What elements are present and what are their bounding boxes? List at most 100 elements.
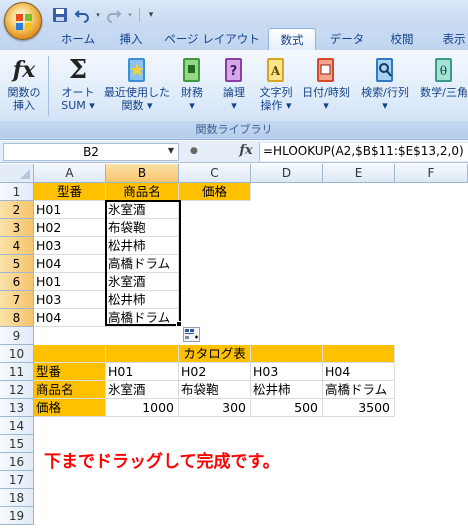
row-header-4[interactable]: 4 xyxy=(0,237,34,255)
row-header-8[interactable]: 8 xyxy=(0,309,34,327)
column-header-f[interactable]: F xyxy=(395,164,468,183)
row-header-9[interactable]: 9 xyxy=(0,327,34,345)
select-all-corner[interactable] xyxy=(0,164,34,183)
cell-a3[interactable]: H02 xyxy=(34,219,106,237)
tab-page-layout[interactable]: ページ レイアウト xyxy=(160,28,264,50)
cell-a1[interactable]: 型番 xyxy=(34,183,106,201)
tab-formulas[interactable]: 数式 xyxy=(268,28,316,51)
date-time-button[interactable]: 日付/時刻 ▾ xyxy=(298,54,354,120)
recently-used-button[interactable]: 最近使用した 関数 ▾ xyxy=(104,54,170,120)
tab-review[interactable]: 校閲 xyxy=(378,28,426,50)
cell-c10-catalog-title[interactable]: カタログ表 xyxy=(179,345,251,363)
row-header-15[interactable]: 15 xyxy=(0,435,34,453)
cell-b7[interactable]: 松井柿 xyxy=(106,291,179,309)
autofill-options-button[interactable] xyxy=(183,327,200,342)
row-header-11[interactable]: 11 xyxy=(0,363,34,381)
cell-a6[interactable]: H01 xyxy=(34,273,106,291)
column-header-e[interactable]: E xyxy=(323,164,395,183)
svg-text:?: ? xyxy=(230,64,238,79)
text-button[interactable]: A 文字列 操作 ▾ xyxy=(256,54,296,120)
cell-d12[interactable]: 松井柿 xyxy=(251,381,323,399)
cell-b13[interactable]: 1000 xyxy=(106,399,179,417)
row-header-3[interactable]: 3 xyxy=(0,219,34,237)
row-header-12[interactable]: 12 xyxy=(0,381,34,399)
insert-function-button[interactable]: fx 関数の 挿入 xyxy=(4,54,44,120)
cell-a4[interactable]: H03 xyxy=(34,237,106,255)
cell-b4[interactable]: 松井柿 xyxy=(106,237,179,255)
cell-b12[interactable]: 氷室酒 xyxy=(106,381,179,399)
tab-home[interactable]: ホーム xyxy=(52,28,104,50)
column-header-a[interactable]: A xyxy=(34,164,106,183)
redo-button[interactable] xyxy=(104,6,124,24)
cell-b2[interactable]: 氷室酒 xyxy=(106,201,179,219)
row-header-14[interactable]: 14 xyxy=(0,417,34,435)
text-label: 文字列 xyxy=(259,86,293,99)
name-box[interactable]: B2 xyxy=(3,143,179,161)
customize-qat-button[interactable]: ▾ xyxy=(145,6,157,24)
row-header-13[interactable]: 13 xyxy=(0,399,34,417)
cell-d13[interactable]: 500 xyxy=(251,399,323,417)
cell-a7[interactable]: H03 xyxy=(34,291,106,309)
column-header-d[interactable]: D xyxy=(251,164,323,183)
autosum-button[interactable]: Σ オート SUM ▾ xyxy=(56,54,100,120)
name-box-dropdown-icon[interactable]: ▼ xyxy=(164,143,178,159)
cell-c1[interactable]: 価格 xyxy=(179,183,251,201)
undo-button[interactable] xyxy=(72,6,92,24)
row-header-16[interactable]: 16 xyxy=(0,453,34,471)
cell-e10[interactable] xyxy=(323,345,395,363)
cell-b5[interactable]: 高橋ドラム xyxy=(106,255,179,273)
ribbon-separator xyxy=(48,56,49,116)
row-header-5[interactable]: 5 xyxy=(0,255,34,273)
financial-button[interactable]: 財務 ▾ xyxy=(174,54,210,120)
row-header-18[interactable]: 18 xyxy=(0,489,34,507)
save-button[interactable] xyxy=(50,6,70,24)
row-header-1[interactable]: 1 xyxy=(0,183,34,201)
cell-a12[interactable]: 商品名 xyxy=(34,381,106,399)
logical-label-2: ▾ xyxy=(231,99,237,112)
logical-button[interactable]: ? 論理 ▾ xyxy=(216,54,252,120)
tab-view[interactable]: 表示 xyxy=(430,28,468,50)
column-header-b[interactable]: B xyxy=(106,164,179,183)
cell-e11[interactable]: H04 xyxy=(323,363,395,381)
cell-a10[interactable] xyxy=(34,345,106,363)
cell-c13[interactable]: 300 xyxy=(179,399,251,417)
cell-b11[interactable]: H01 xyxy=(106,363,179,381)
cell-d10[interactable] xyxy=(251,345,323,363)
cell-a8[interactable]: H04 xyxy=(34,309,106,327)
row-header-19[interactable]: 19 xyxy=(0,507,34,525)
row-header-6[interactable]: 6 xyxy=(0,273,34,291)
row-header-10[interactable]: 10 xyxy=(0,345,34,363)
insert-function-fx-icon[interactable]: fx xyxy=(236,143,256,161)
cell-b6[interactable]: 氷室酒 xyxy=(106,273,179,291)
cell-e13[interactable]: 3500 xyxy=(323,399,395,417)
row-header-17[interactable]: 17 xyxy=(0,471,34,489)
fill-handle[interactable] xyxy=(176,321,182,327)
lookup-book-icon xyxy=(370,54,400,86)
title-bar: ▾ ▾ ▾ xyxy=(0,0,468,40)
cell-c12[interactable]: 布袋鞄 xyxy=(179,381,251,399)
cell-c11[interactable]: H02 xyxy=(179,363,251,381)
cell-e12[interactable]: 高橋ドラム xyxy=(323,381,395,399)
cell-b10[interactable] xyxy=(106,345,179,363)
undo-dropdown[interactable]: ▾ xyxy=(94,6,102,24)
row-header-7[interactable]: 7 xyxy=(0,291,34,309)
formula-input[interactable]: =HLOOKUP(A2,$B$11:$E$13,2,0) xyxy=(259,143,468,161)
row-header-2[interactable]: 2 xyxy=(0,201,34,219)
tab-data[interactable]: データ xyxy=(322,28,372,50)
math-trig-button[interactable]: θ 数学/三角 xyxy=(416,54,468,120)
insert-function-label-2: 挿入 xyxy=(13,99,35,112)
cell-a11[interactable]: 型番 xyxy=(34,363,106,381)
cell-b8[interactable]: 高橋ドラム xyxy=(106,309,179,327)
tab-insert[interactable]: 挿入 xyxy=(108,28,154,50)
cell-a2[interactable]: H01 xyxy=(34,201,106,219)
redo-dropdown[interactable]: ▾ xyxy=(126,6,134,24)
cell-a5[interactable]: H04 xyxy=(34,255,106,273)
cell-b3[interactable]: 布袋鞄 xyxy=(106,219,179,237)
lookup-reference-button[interactable]: 検索/行列 ▾ xyxy=(356,54,414,120)
cell-d11[interactable]: H03 xyxy=(251,363,323,381)
office-button[interactable] xyxy=(4,2,42,40)
column-header-c[interactable]: C xyxy=(179,164,251,183)
cell-a13[interactable]: 価格 xyxy=(34,399,106,417)
cell-b1[interactable]: 商品名 xyxy=(106,183,179,201)
sigma-icon: Σ xyxy=(68,55,88,85)
